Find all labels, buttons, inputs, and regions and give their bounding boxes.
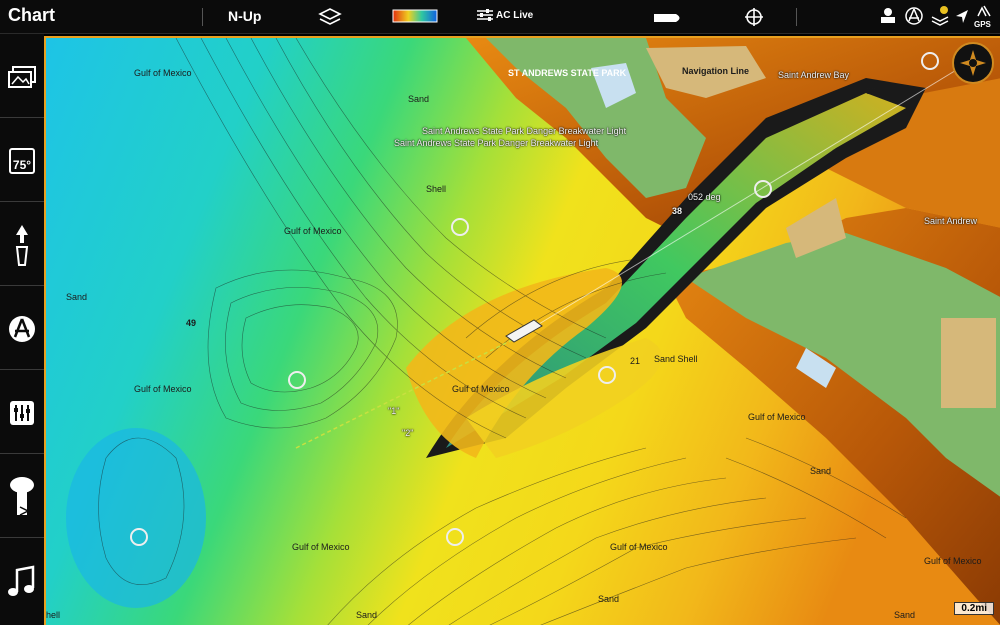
bay-label: Saint Andrew Bay bbox=[778, 70, 850, 80]
compass-icon[interactable] bbox=[952, 42, 994, 84]
bottom-type-label: Sand bbox=[894, 610, 916, 620]
temperature-label: 75° bbox=[12, 157, 32, 172]
sidebar-item-music[interactable] bbox=[0, 540, 44, 622]
depth-sounding: 32 bbox=[866, 86, 877, 96]
area-label: Gulf of Mexico bbox=[452, 384, 510, 394]
chart-layers-icon[interactable] bbox=[318, 6, 342, 33]
bottom-type-label: Shell bbox=[426, 184, 447, 194]
temperature-icon: 75° bbox=[9, 147, 35, 174]
bottom-type-label: Sand bbox=[408, 94, 430, 104]
alerts-stack-icon[interactable] bbox=[930, 5, 950, 32]
light-label: Saint Andrews State Park Danger Breakwat… bbox=[394, 138, 599, 148]
divider bbox=[202, 8, 203, 26]
area-label: Gulf of Mexico bbox=[292, 542, 350, 552]
sidebar-item-settings[interactable] bbox=[0, 372, 44, 454]
chart-map[interactable]: Gulf of Mexico Gulf of Mexico Gulf of Me… bbox=[44, 36, 1000, 625]
bottom-type-label: Sand Shell bbox=[654, 354, 698, 364]
screens-icon bbox=[8, 65, 36, 88]
area-label: Gulf of Mexico bbox=[748, 412, 806, 422]
light-label: Saint Andrews State Park Danger Breakwat… bbox=[422, 126, 627, 136]
area-label: Gulf of Mexico bbox=[134, 384, 192, 394]
depth-sounding: 30 bbox=[832, 148, 843, 158]
boat-icon[interactable] bbox=[652, 11, 684, 29]
navigation-line-label: Navigation Line bbox=[682, 66, 750, 76]
gps-arrow-icon[interactable] bbox=[954, 8, 970, 29]
aclive-button[interactable]: AC Live bbox=[476, 8, 533, 22]
autopilot-icon[interactable] bbox=[878, 6, 898, 31]
navigation-icon bbox=[15, 224, 29, 266]
sidebar-item-temperature[interactable]: 75° bbox=[0, 120, 44, 202]
bottom-type-label: Sand bbox=[356, 610, 378, 620]
area-label: Gulf of Mexico bbox=[284, 226, 342, 236]
wreck-marker[interactable] bbox=[921, 52, 939, 70]
park-label: ST ANDREWS STATE PARK bbox=[508, 68, 627, 78]
sliders-icon bbox=[477, 9, 493, 21]
divider bbox=[796, 8, 797, 26]
wreck-marker[interactable] bbox=[451, 218, 469, 236]
buoy-label: "2" bbox=[402, 428, 414, 438]
place-label: Saint Andrew bbox=[924, 216, 978, 226]
depth-sounding: 49 bbox=[186, 318, 197, 328]
music-icon bbox=[8, 565, 35, 596]
sidebar: 75° bbox=[0, 34, 44, 625]
wreck-marker[interactable] bbox=[130, 528, 148, 546]
bottom-type-label: Sand bbox=[810, 466, 832, 476]
gps-label: GPS bbox=[974, 20, 991, 29]
wreck-marker[interactable] bbox=[446, 528, 464, 546]
settings-sliders-icon bbox=[10, 400, 34, 425]
sonar-status-icon[interactable] bbox=[904, 6, 924, 31]
wreck-marker[interactable] bbox=[754, 180, 772, 198]
depth-sounding: 38 bbox=[672, 206, 683, 216]
depth-palette-icon[interactable] bbox=[392, 9, 438, 28]
bottom-type-label: Sand bbox=[598, 594, 620, 604]
depth-sounding: 21 bbox=[630, 356, 641, 366]
wreck-marker[interactable] bbox=[598, 366, 616, 384]
heading-readout: 052 deg bbox=[688, 192, 721, 202]
top-bar: Chart N-Up AC Live GPS bbox=[0, 0, 1000, 34]
sidebar-item-screens[interactable] bbox=[0, 36, 44, 118]
page-title: Chart bbox=[8, 5, 56, 25]
wreck-marker[interactable] bbox=[288, 371, 306, 389]
orientation-button[interactable]: N-Up bbox=[228, 8, 261, 24]
crosshair-icon[interactable] bbox=[744, 7, 764, 32]
bottom-type-label: hell bbox=[46, 610, 61, 620]
aclive-label: AC Live bbox=[496, 9, 534, 21]
sonar-icon bbox=[9, 315, 35, 342]
sidebar-item-sonar[interactable] bbox=[0, 288, 44, 370]
area-label: Gulf of Mexico bbox=[134, 68, 192, 78]
sidebar-item-navigation[interactable] bbox=[0, 204, 44, 286]
scale-bar: 0.2mi bbox=[954, 602, 994, 615]
bottom-type-label: Sand bbox=[66, 292, 88, 302]
sidebar-item-trolling-motor[interactable] bbox=[0, 456, 44, 538]
buoy-label: "1" bbox=[388, 406, 400, 416]
area-label: Gulf of Mexico bbox=[610, 542, 668, 552]
area-label: Gulf of Mexico bbox=[924, 556, 982, 566]
trolling-motor-icon bbox=[10, 476, 34, 516]
